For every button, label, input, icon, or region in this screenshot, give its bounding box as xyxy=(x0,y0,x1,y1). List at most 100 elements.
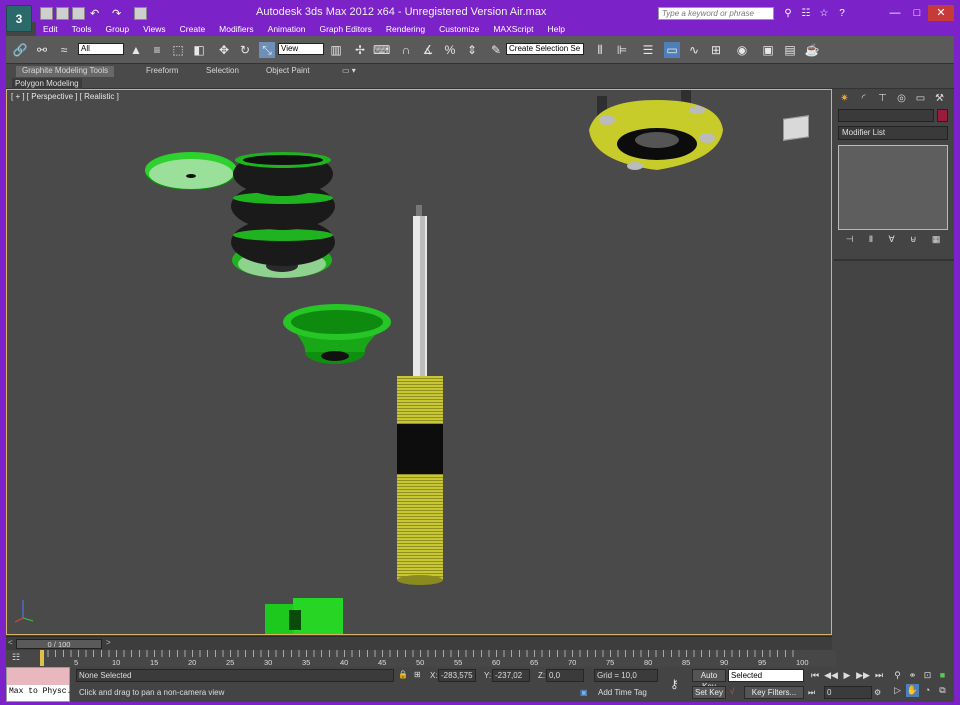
curve-editor-icon[interactable]: ∿ xyxy=(686,42,702,58)
application-button[interactable]: 3 xyxy=(6,5,32,32)
previous-frame-icon[interactable]: ◀◀ xyxy=(824,669,838,682)
time-tag-icon[interactable]: ▣ xyxy=(580,688,588,697)
go-to-end-icon[interactable]: ⏭ xyxy=(872,669,886,682)
save-file-icon[interactable] xyxy=(72,7,85,20)
select-and-rotate-icon[interactable]: ↻ xyxy=(237,42,253,58)
graphite-ribbon-toggle-icon[interactable]: ▭ xyxy=(664,42,680,58)
play-icon[interactable]: ▶ xyxy=(840,669,854,682)
maximize-button[interactable]: □ xyxy=(906,5,928,21)
modifier-list-dropdown[interactable]: Modifier List xyxy=(838,126,948,140)
viewcube[interactable] xyxy=(783,115,809,141)
select-and-move-icon[interactable]: ✥ xyxy=(216,42,232,58)
time-slider-thumb[interactable]: 0 / 100 xyxy=(16,639,102,649)
object-name-field[interactable] xyxy=(838,109,934,122)
spinner-snap-icon[interactable]: ⇕ xyxy=(464,42,480,58)
hierarchy-tab-icon[interactable]: ⊤ xyxy=(874,92,891,106)
binoculars-icon[interactable]: ⚲ xyxy=(781,7,795,20)
y-coordinate-field[interactable]: -237,02 xyxy=(492,669,530,682)
add-time-tag-button[interactable]: Add Time Tag xyxy=(598,688,647,697)
select-manipulate-icon[interactable]: ✢ xyxy=(352,42,368,58)
render-setup-icon[interactable]: ▣ xyxy=(760,42,776,58)
pivot-center-icon[interactable]: ▥ xyxy=(328,42,344,58)
named-selection-sets-dropdown[interactable]: Create Selection Se xyxy=(506,43,584,55)
ribbon-panel-polygon-modeling[interactable]: Polygon Modeling xyxy=(12,78,82,89)
favorites-star-icon[interactable]: ☆ xyxy=(817,7,831,20)
modify-tab-icon[interactable]: ◜ xyxy=(855,92,872,106)
configure-sets-icon[interactable]: ▦ xyxy=(932,234,941,248)
percent-snap-icon[interactable]: % xyxy=(442,42,458,58)
menu-item-rendering[interactable]: Rendering xyxy=(379,22,432,36)
time-configuration-icon[interactable]: ⚙ xyxy=(874,688,881,697)
tab-object-paint[interactable]: Object Paint xyxy=(260,66,316,77)
mirror-icon[interactable]: ⫴ xyxy=(592,42,608,58)
z-coordinate-field[interactable]: 0,0 xyxy=(546,669,584,682)
reference-coordinate-dropdown[interactable]: View xyxy=(278,43,324,55)
orbit-icon[interactable]: ◔ xyxy=(921,684,934,697)
zoom-extents-icon[interactable]: ⊡ xyxy=(921,669,934,682)
auto-key-button[interactable]: Auto Key xyxy=(692,669,726,691)
maxscript-listener[interactable]: Max to Physc. xyxy=(6,667,71,702)
current-frame-field[interactable]: 0 xyxy=(824,686,872,699)
rendered-frame-window-icon[interactable]: ▤ xyxy=(782,42,798,58)
zoom-extents-all-icon[interactable]: ■ xyxy=(936,669,949,682)
mini-curve-editor-icon[interactable]: ☷ xyxy=(12,652,20,663)
minimize-button[interactable]: — xyxy=(884,5,906,21)
menu-item-graph-editors[interactable]: Graph Editors xyxy=(312,22,378,36)
maxscript-input[interactable]: Max to Physc. xyxy=(9,687,71,696)
unlink-icon[interactable]: ⚯ xyxy=(34,42,50,58)
absolute-mode-icon[interactable]: ⊞ xyxy=(414,670,421,679)
pin-stack-icon[interactable]: ⊣ xyxy=(846,234,854,248)
undo-icon[interactable]: ↶ xyxy=(90,7,103,20)
menu-item-create[interactable]: Create xyxy=(173,22,213,36)
selection-filter-dropdown[interactable]: All xyxy=(78,43,124,55)
bind-to-space-warp-icon[interactable]: ≈ xyxy=(56,42,72,58)
close-button[interactable]: ✕ xyxy=(928,5,954,21)
utilities-tab-icon[interactable]: ⚒ xyxy=(931,92,948,106)
menu-item-tools[interactable]: Tools xyxy=(65,22,99,36)
field-of-view-icon[interactable]: ▷ xyxy=(891,684,904,697)
communication-center-icon[interactable]: ☷ xyxy=(799,7,813,20)
layer-manager-icon[interactable]: ☰ xyxy=(640,42,656,58)
menu-item-modifiers[interactable]: Modifiers xyxy=(212,22,260,36)
menu-item-maxscript[interactable]: MAXScript xyxy=(486,22,540,36)
rectangular-selection-icon[interactable]: ⬚ xyxy=(170,42,186,58)
open-file-icon[interactable] xyxy=(56,7,69,20)
display-tab-icon[interactable]: ▭ xyxy=(912,92,929,106)
time-slider-prev-icon[interactable]: < xyxy=(8,638,13,647)
ribbon-options-icon[interactable]: ▭ ▾ xyxy=(336,66,362,77)
key-mode-toggle-icon[interactable]: ⏭ xyxy=(808,688,815,698)
angle-snap-icon[interactable]: ∡ xyxy=(420,42,436,58)
pan-view-icon[interactable]: ✋ xyxy=(906,684,919,697)
time-slider-next-icon[interactable]: > xyxy=(106,638,111,647)
menu-item-group[interactable]: Group xyxy=(99,22,137,36)
material-editor-icon[interactable]: ◉ xyxy=(734,42,750,58)
help-icon[interactable]: ? xyxy=(835,7,849,20)
menu-item-help[interactable]: Help xyxy=(540,22,571,36)
search-input[interactable]: Type a keyword or phrase xyxy=(658,7,774,20)
set-key-button[interactable]: Set Key xyxy=(692,686,726,699)
menu-item-edit[interactable]: Edit xyxy=(36,22,65,36)
project-folder-icon[interactable] xyxy=(134,7,147,20)
select-and-scale-icon[interactable]: ⤡ xyxy=(259,42,275,58)
menu-item-customize[interactable]: Customize xyxy=(432,22,486,36)
select-object-icon[interactable]: ▲ xyxy=(128,42,144,58)
set-key-icon[interactable]: ⚷ xyxy=(670,677,679,691)
modifier-stack[interactable] xyxy=(838,145,948,230)
menu-item-animation[interactable]: Animation xyxy=(261,22,313,36)
window-crossing-icon[interactable]: ◧ xyxy=(191,42,207,58)
remove-modifier-icon[interactable]: ⊌ xyxy=(910,234,917,248)
perspective-viewport[interactable]: [ + ] [ Perspective ] [ Realistic ] xyxy=(6,89,832,635)
redo-icon[interactable]: ↷ xyxy=(112,7,125,20)
snaps-toggle-icon[interactable]: ∩ xyxy=(398,42,414,58)
make-unique-icon[interactable]: ∀ xyxy=(888,234,894,248)
zoom-all-icon[interactable]: ⚭ xyxy=(906,669,919,682)
motion-tab-icon[interactable]: ◎ xyxy=(893,92,910,106)
select-by-name-icon[interactable]: ≡ xyxy=(149,42,165,58)
key-curve-icon[interactable]: √ xyxy=(730,687,734,696)
align-icon[interactable]: ⊫ xyxy=(614,42,630,58)
next-frame-icon[interactable]: ▶▶ xyxy=(856,669,870,682)
edit-named-selections-icon[interactable]: ✎ xyxy=(488,42,504,58)
render-production-icon[interactable]: ☕ xyxy=(804,42,820,58)
new-file-icon[interactable] xyxy=(40,7,53,20)
key-filters-button[interactable]: Key Filters... xyxy=(744,686,804,699)
